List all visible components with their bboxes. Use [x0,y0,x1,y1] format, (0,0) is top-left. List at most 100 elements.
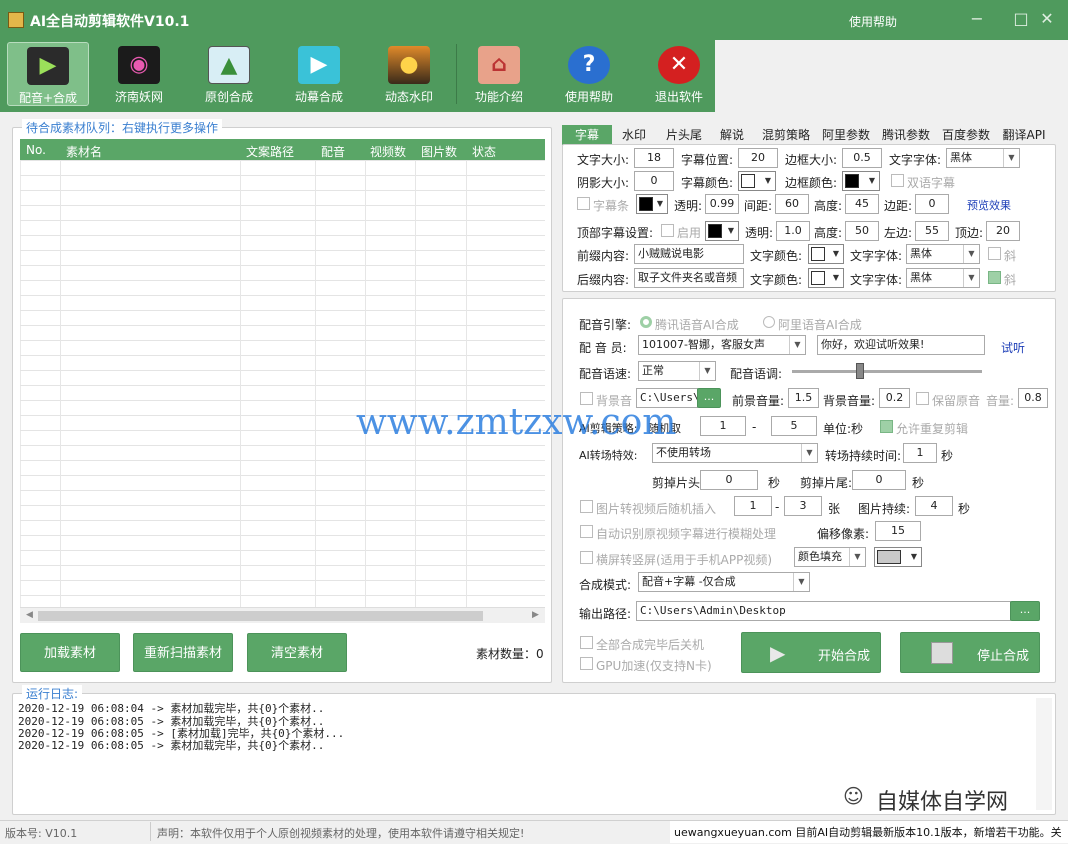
tab-subtitle[interactable]: 字幕 [562,125,612,145]
tab-translate[interactable]: 翻译API [998,125,1050,145]
subtitle-bar-checkbox[interactable] [577,197,590,210]
tab-watermark[interactable]: 水印 [614,125,654,145]
fill-select[interactable]: 颜色填充 ▼ [794,547,866,567]
volume-input[interactable]: 0.8 [1018,388,1048,408]
vertical-checkbox[interactable] [580,551,593,564]
tab-tencent[interactable]: 腾讯参数 [878,125,934,145]
bg-volume-input[interactable]: 0.2 [879,388,910,408]
border-size-input[interactable]: 0.5 [842,148,882,168]
repeat-cut-checkbox[interactable] [880,420,893,433]
prefix-color-picker[interactable]: ▼ [808,244,844,264]
prefix-italic-checkbox[interactable] [988,247,1001,260]
shutdown-label: 全部合成完毕后关机 [596,638,705,652]
log-scrollbar[interactable] [1036,698,1052,810]
output-path-input[interactable]: C:\Users\Admin\Desktop [636,601,1011,621]
start-button[interactable]: ▶ 开始合成 [741,632,881,673]
random-max-input[interactable]: 5 [771,416,817,436]
keep-original-checkbox[interactable] [916,392,929,405]
suffix-italic-checkbox[interactable] [988,271,1001,284]
col-videos: 视频数 [370,145,407,159]
tool-watermark[interactable]: ● 动态水印 [368,42,450,106]
img-max-input[interactable]: 3 [784,496,822,516]
gpu-checkbox[interactable] [580,657,593,670]
fill-color-picker[interactable]: ▼ [874,547,922,567]
speed-select[interactable]: 正常 ▼ [638,361,716,381]
cut-head-input[interactable]: 0 [700,470,758,490]
border-color-picker[interactable]: ▼ [842,171,880,191]
bgm-browse-button[interactable]: ... [697,388,721,408]
left-input[interactable]: 55 [915,221,949,241]
volume-label: 音量: [986,394,1015,408]
top-height-input[interactable]: 50 [845,221,879,241]
img-insert-label: 图片转视频后随机插入 [596,502,717,516]
shutdown-checkbox[interactable] [580,636,593,649]
h-scrollbar[interactable]: ◀ ▶ [20,607,545,623]
scroll-thumb[interactable] [38,611,483,621]
suffix-input[interactable]: 取子文件夹名或音频 [634,268,744,288]
tab-intro-outro[interactable]: 片头尾 [660,125,708,145]
chevron-down-icon: ▼ [764,176,772,185]
img-min-input[interactable]: 1 [734,496,772,516]
font-size-input[interactable]: 18 [634,148,674,168]
prefix-font-select[interactable]: 黑体 ▼ [906,244,980,264]
margin-input[interactable]: 0 [915,194,949,214]
maximize-button[interactable]: □ [1010,8,1032,30]
transition-select[interactable]: 不使用转场 ▼ [652,443,818,463]
close-button[interactable]: ✕ [1036,8,1058,30]
tool-features[interactable]: ⌂ 功能介绍 [458,42,540,106]
output-browse-button[interactable]: ... [1010,601,1040,621]
subtitle-color-picker[interactable]: ▼ [738,171,776,191]
prefix-input[interactable]: 小贼贼说电影 [634,244,744,264]
speaker-select[interactable]: 101007-智娜，客服女声 ▼ [638,335,806,355]
test-listen-link[interactable]: 试听 [1001,339,1025,356]
img-insert-checkbox[interactable] [580,500,593,513]
tool-dub-compose[interactable]: ▶ 配音+合成 [7,42,89,106]
tab-mix-strategy[interactable]: 混剪策略 [756,125,816,145]
font-select[interactable]: 黑体 ▼ [946,148,1020,168]
load-button[interactable]: 加载素材 [20,633,120,672]
scroll-left-icon[interactable]: ◀ [26,610,33,620]
tab-narration[interactable]: 解说 [712,125,752,145]
top-color-picker[interactable]: ▼ [705,221,739,241]
blur-checkbox[interactable] [580,525,593,538]
topm-input[interactable]: 20 [986,221,1020,241]
tab-baidu[interactable]: 百度参数 [938,125,994,145]
cut-tail-input[interactable]: 0 [852,470,906,490]
shadow-input[interactable]: 0 [634,171,674,191]
subtitle-pos-input[interactable]: 20 [738,148,778,168]
tool-motion[interactable]: ▶ 动幕合成 [278,42,360,106]
help-link[interactable]: 使用帮助 [849,13,897,30]
tool-jinan[interactable]: ◉ 济南妖网 [98,42,180,106]
clear-button[interactable]: 清空素材 [247,633,347,672]
tool-exit[interactable]: ✕ 退出软件 [638,42,720,106]
preview-link[interactable]: 预览效果 [967,197,1011,213]
img-duration-input[interactable]: 4 [915,496,953,516]
random-min-input[interactable]: 1 [700,416,746,436]
engine-tencent-radio[interactable] [640,316,652,328]
rescan-button[interactable]: 重新扫描素材 [133,633,233,672]
transition-duration-input[interactable]: 1 [903,443,937,463]
stop-button[interactable]: 停止合成 [900,632,1040,673]
suffix-color-picker[interactable]: ▼ [808,268,844,288]
col-path: 文案路径 [246,145,295,159]
tool-help[interactable]: ? 使用帮助 [548,42,630,106]
suffix-font-select[interactable]: 黑体 ▼ [906,268,980,288]
engine-ali-radio[interactable] [763,316,775,328]
dual-subtitle-checkbox[interactable] [891,174,904,187]
height-input[interactable]: 45 [845,194,879,214]
minimize-button[interactable]: − [966,8,988,30]
scroll-right-icon[interactable]: ▶ [532,610,539,620]
offset-input[interactable]: 15 [875,521,921,541]
top-alpha-input[interactable]: 1.0 [776,221,810,241]
pitch-slider-track[interactable] [792,370,982,373]
bar-color-picker[interactable]: ▼ [636,194,668,214]
test-text-input[interactable]: 你好，欢迎试听效果! [817,335,985,355]
tool-original[interactable]: ▲ 原创合成 [188,42,270,106]
top-enable-checkbox[interactable] [661,224,674,237]
fg-volume-input[interactable]: 1.5 [788,388,819,408]
tab-ali[interactable]: 阿里参数 [818,125,874,145]
mode-select[interactable]: 配音+字幕 -仅合成 ▼ [638,572,810,592]
spacing-input[interactable]: 60 [775,194,809,214]
pitch-slider-thumb[interactable] [856,363,864,379]
alpha-input[interactable]: 0.99 [705,194,739,214]
